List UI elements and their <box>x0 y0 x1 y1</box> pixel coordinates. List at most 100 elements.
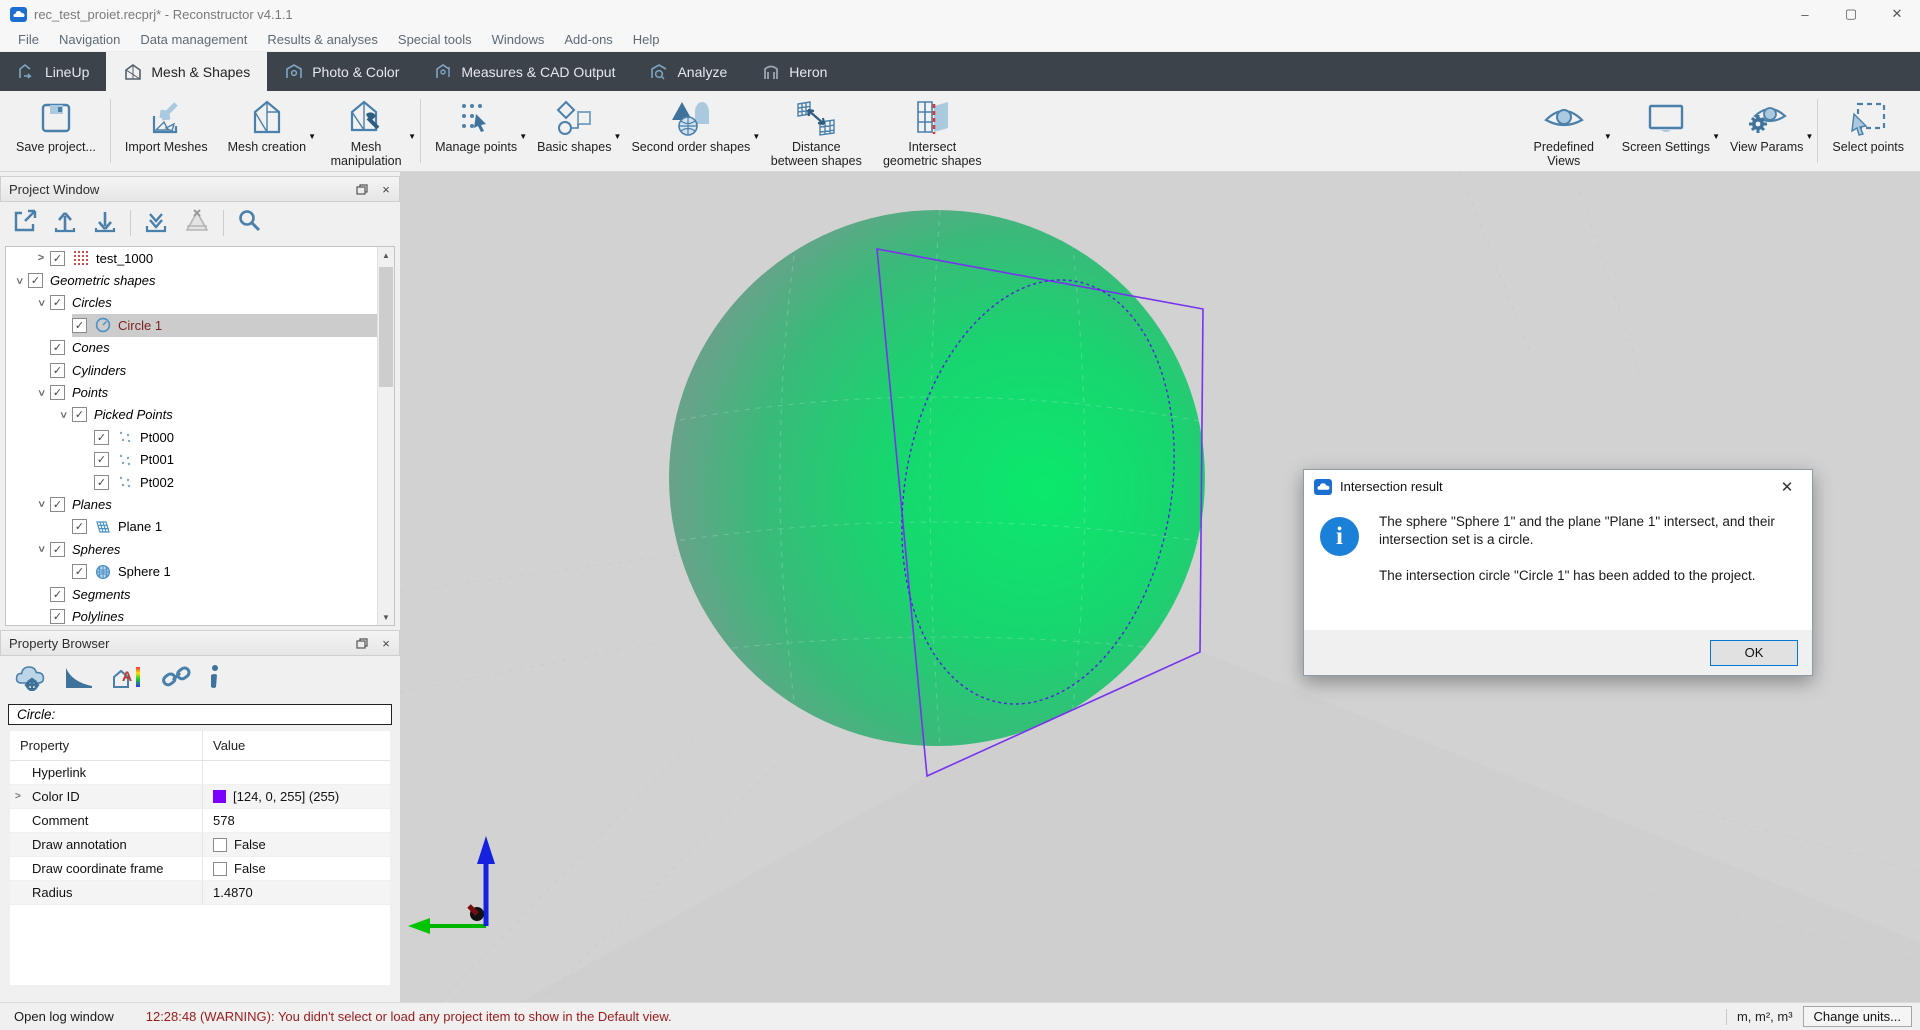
import-meshes-button[interactable]: Import Meshes <box>115 91 218 171</box>
minimize-button[interactable]: – <box>1782 0 1828 28</box>
checkbox[interactable]: ✓ <box>50 251 65 266</box>
info-icon[interactable] <box>208 664 222 695</box>
tree-item-segments[interactable]: ✓ Segments <box>6 583 394 605</box>
tree-item-pt000[interactable]: ✓ Pt000 <box>6 426 394 448</box>
tree-item-picked-points[interactable]: > ✓ Picked Points <box>6 404 394 426</box>
chevron-down-icon[interactable]: > <box>35 384 47 402</box>
screen-settings-button[interactable]: Screen Settings ▼ <box>1612 91 1720 171</box>
cloud-transform-icon[interactable] <box>14 663 48 696</box>
scroll-up-icon[interactable]: ▲ <box>378 247 394 263</box>
open-log-window-link[interactable]: Open log window <box>14 1009 114 1024</box>
property-row-radius[interactable]: Radius 1.4870 <box>10 881 390 905</box>
tab-mesh-shapes[interactable]: Mesh & Shapes <box>106 52 267 91</box>
search-icon[interactable] <box>236 208 262 239</box>
scroll-down-icon[interactable]: ▼ <box>378 609 394 625</box>
change-units-button[interactable]: Change units... <box>1803 1006 1912 1027</box>
property-row-color-id[interactable]: >Color ID [124, 0, 255] (255) <box>10 785 390 809</box>
tree-scrollbar[interactable]: ▲ ▼ <box>377 247 394 625</box>
checkbox[interactable]: ✓ <box>50 385 65 400</box>
dropdown-arrow[interactable]: ▼ <box>752 133 760 142</box>
checkbox[interactable]: ✓ <box>94 475 109 490</box>
property-row-comment[interactable]: Comment 578 <box>10 809 390 833</box>
menu-results-analyses[interactable]: Results & analyses <box>257 32 388 47</box>
tree-item-circles[interactable]: > ✓ Circles <box>6 292 394 314</box>
tree-item-pt002[interactable]: ✓ Pt002 <box>6 471 394 493</box>
close-button[interactable]: ✕ <box>1874 0 1920 28</box>
tree-item-cylinders[interactable]: ✓ Cylinders <box>6 359 394 381</box>
predefined-views-button[interactable]: Predefined Views ▼ <box>1516 91 1612 171</box>
checkbox[interactable]: ✓ <box>50 587 65 602</box>
tree-item-spheres[interactable]: > ✓ Spheres <box>6 538 394 560</box>
viewport-3d[interactable]: Intersection result ✕ i The sphere "Sphe… <box>400 172 1920 1002</box>
sphere-object[interactable] <box>669 210 1205 746</box>
tree-item-circle-1[interactable]: ✓ Circle 1 <box>6 314 394 336</box>
menu-special-tools[interactable]: Special tools <box>388 32 482 47</box>
mesh-creation-button[interactable]: Mesh creation ▼ <box>218 91 317 171</box>
menu-data-management[interactable]: Data management <box>130 32 257 47</box>
tree-item-geometric-shapes[interactable]: > ✓ Geometric shapes <box>6 269 394 291</box>
chevron-down-icon[interactable]: > <box>13 272 25 290</box>
checkbox[interactable]: ✓ <box>72 564 87 579</box>
menu-windows[interactable]: Windows <box>482 32 555 47</box>
manage-points-button[interactable]: Manage points ▼ <box>425 91 527 171</box>
tab-heron[interactable]: Heron <box>744 52 844 91</box>
tab-analyze[interactable]: Analyze <box>632 52 744 91</box>
checkbox[interactable]: ✓ <box>94 452 109 467</box>
dropdown-arrow[interactable]: ▼ <box>1604 133 1612 142</box>
checkbox[interactable]: ✓ <box>72 519 87 534</box>
chevron-down-icon[interactable]: > <box>57 406 69 424</box>
property-row-hyperlink[interactable]: Hyperlink <box>10 761 390 785</box>
dropdown-arrow[interactable]: ▼ <box>1806 133 1814 142</box>
dropdown-arrow[interactable]: ▼ <box>614 133 622 142</box>
checkbox[interactable]: ✓ <box>50 497 65 512</box>
property-row-draw-annotation[interactable]: Draw annotation False <box>10 833 390 857</box>
checkbox-unchecked[interactable] <box>213 838 227 852</box>
checkbox[interactable]: ✓ <box>50 609 65 624</box>
checkbox-unchecked[interactable] <box>213 862 227 876</box>
link-icon[interactable] <box>160 664 192 695</box>
checkbox[interactable]: ✓ <box>50 340 65 355</box>
property-row-draw-coordinate-frame[interactable]: Draw coordinate frame False <box>10 857 390 881</box>
tab-lineup[interactable]: LineUp <box>0 52 106 91</box>
checkbox[interactable]: ✓ <box>50 363 65 378</box>
move-up-icon[interactable] <box>52 208 78 239</box>
dropdown-arrow[interactable]: ▼ <box>519 133 527 142</box>
chevron-down-icon[interactable]: > <box>35 294 47 312</box>
chevron-down-icon[interactable]: > <box>35 495 47 513</box>
view-params-button[interactable]: View Params ▼ <box>1720 91 1813 171</box>
menu-help[interactable]: Help <box>623 32 670 47</box>
close-panel-icon[interactable]: × <box>379 182 393 196</box>
tree-item-cones[interactable]: ✓ Cones <box>6 337 394 359</box>
expand-icon[interactable]: > <box>15 791 21 802</box>
second-order-shapes-button[interactable]: Second order shapes ▼ <box>621 91 760 171</box>
colormap-icon[interactable]: A <box>110 663 144 696</box>
tree-item-polylines[interactable]: ✓ Polylines <box>6 605 394 626</box>
chevron-down-icon[interactable]: > <box>35 540 47 558</box>
checkbox[interactable]: ✓ <box>72 407 87 422</box>
checkbox[interactable]: ✓ <box>50 542 65 557</box>
tree-item-planes[interactable]: > ✓ Planes <box>6 493 394 515</box>
dropdown-arrow[interactable]: ▼ <box>1712 133 1720 142</box>
chevron-right-icon[interactable]: > <box>32 252 50 264</box>
select-points-button[interactable]: Select points <box>1822 91 1914 171</box>
checkbox[interactable]: ✓ <box>72 318 87 333</box>
checkbox[interactable]: ✓ <box>50 295 65 310</box>
menu-file[interactable]: File <box>8 32 49 47</box>
tree-item-pt001[interactable]: ✓ Pt001 <box>6 449 394 471</box>
histogram-icon[interactable] <box>64 664 94 695</box>
dropdown-arrow[interactable]: ▼ <box>408 133 416 142</box>
mesh-manipulation-button[interactable]: Mesh manipulation ▼ <box>316 91 416 171</box>
close-panel-icon[interactable]: × <box>379 636 393 650</box>
intersect-geometric-shapes-button[interactable]: Intersect geometric shapes <box>872 91 992 171</box>
tab-measures-cad[interactable]: Measures & CAD Output <box>416 52 632 91</box>
dropdown-arrow[interactable]: ▼ <box>308 133 316 142</box>
tab-photo-color[interactable]: Photo & Color <box>267 52 416 91</box>
tree-item-sphere-1[interactable]: ✓ Sphere 1 <box>6 560 394 582</box>
save-project-button[interactable]: Save project... <box>6 91 106 171</box>
basic-shapes-button[interactable]: Basic shapes ▼ <box>527 91 621 171</box>
ok-button[interactable]: OK <box>1710 640 1798 666</box>
import-check-icon[interactable] <box>143 208 169 239</box>
dialog-close-icon[interactable]: ✕ <box>1772 478 1802 496</box>
checkbox[interactable]: ✓ <box>94 430 109 445</box>
export-item-icon[interactable] <box>12 208 38 239</box>
